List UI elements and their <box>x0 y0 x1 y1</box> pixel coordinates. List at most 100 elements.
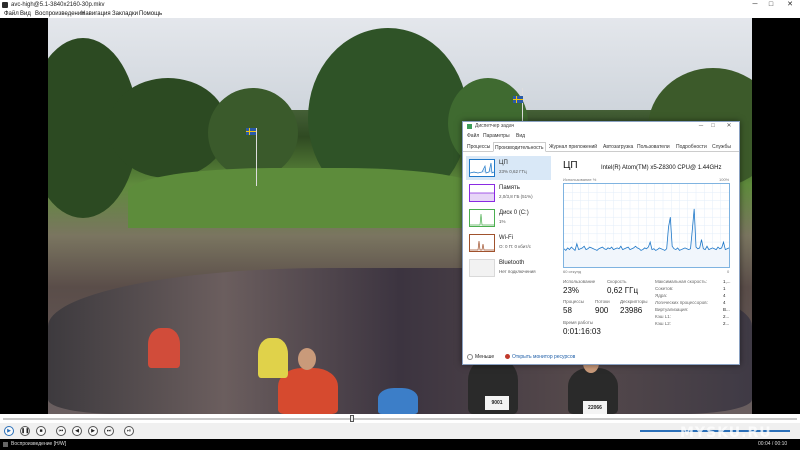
menu-playback[interactable]: Воспроизведение <box>35 10 85 18</box>
menu-bar: Файл Вид Воспроизведение Навигация Закла… <box>0 10 800 18</box>
window-title: avc-high@5.1-3840x2160-30p.mkv <box>11 2 105 8</box>
seek-track[interactable] <box>3 418 797 420</box>
stop-button[interactable]: ■ <box>36 426 46 436</box>
spec-l2-value: 2... <box>723 321 730 326</box>
video-grass <box>128 168 488 228</box>
tm-minimize-button[interactable]: ─ <box>695 122 707 131</box>
pause-button[interactable]: ❚❚ <box>20 426 30 436</box>
spec-l1-label: Кэш L1: <box>655 314 672 319</box>
spec-l1-value: 2... <box>723 314 730 319</box>
tm-menu-view[interactable]: Вид <box>516 132 525 141</box>
menu-bookmarks[interactable]: Закладки <box>112 10 138 18</box>
menu-help[interactable]: Помощь <box>139 10 162 18</box>
tm-close-button[interactable]: ✕ <box>723 122 735 131</box>
resource-memory[interactable]: Память 2,0/3,8 ГБ (51%) <box>466 181 551 205</box>
tab-details[interactable]: Подробности <box>675 142 708 152</box>
graph-max-label: 100% <box>719 177 730 182</box>
app-icon <box>2 2 8 8</box>
maximize-button[interactable]: □ <box>764 0 778 10</box>
status-icon <box>3 442 8 447</box>
stat-processes-label: Процессы <box>563 299 585 304</box>
previous-button[interactable]: ⏮ <box>56 426 66 436</box>
wifi-thumbnail <box>469 234 495 252</box>
resource-wifi-sub: О: 0 П: 0 кбит/с <box>499 244 531 249</box>
frame-step-button[interactable]: ⏯ <box>124 426 134 436</box>
tm-menu-options[interactable]: Параметры <box>483 132 510 141</box>
stat-uptime-value: 0:01:16:03 <box>563 327 601 336</box>
playback-status: Воспроизведение [H/W] <box>11 441 67 447</box>
spec-cores-label: Ядра: <box>655 293 668 298</box>
stat-speed-value: 0,62 ГГц <box>607 286 639 295</box>
status-bar: Воспроизведение [H/W] 00:04 / 00:10 <box>0 439 800 450</box>
menu-file[interactable]: Файл <box>4 10 19 18</box>
cpu-thumbnail <box>469 159 495 177</box>
race-bib: 22066 <box>583 401 607 414</box>
resource-wifi[interactable]: Wi-Fi О: 0 П: 0 кбит/с <box>466 231 551 255</box>
step-forward-button[interactable]: ▶ <box>88 426 98 436</box>
task-manager-window: Диспетчер задач ─ □ ✕ Файл Параметры Вид… <box>462 121 740 365</box>
spec-sockets-value: 1 <box>723 286 726 291</box>
resource-bluetooth[interactable]: Bluetooth Нет подключения <box>466 256 551 280</box>
graph-time-label: 60 секунд <box>563 269 582 274</box>
cpu-usage-graph-svg <box>564 184 729 267</box>
tm-menu-file[interactable]: Файл <box>467 132 479 141</box>
resource-disk-name: Диск 0 (C:) <box>499 210 529 216</box>
fewer-details-button[interactable]: Меньше <box>467 350 494 364</box>
resource-disk-sub: 1% <box>499 219 506 224</box>
resource-memory-name: Память <box>499 185 520 191</box>
runner <box>258 338 288 378</box>
spec-max-speed-label: Максимальная скорость: <box>655 279 708 284</box>
task-manager-title-bar: Диспетчер задач ─ □ ✕ <box>463 122 739 131</box>
step-back-button[interactable]: ◀ <box>72 426 82 436</box>
spec-sockets-label: Сокетов: <box>655 286 674 291</box>
stat-speed-label: Скорость <box>607 279 627 284</box>
next-button[interactable]: ⏭ <box>104 426 114 436</box>
title-bar: avc-high@5.1-3840x2160-30p.mkv ─ □ ✕ <box>0 0 800 10</box>
resource-cpu-name: ЦП <box>499 160 508 166</box>
spec-logical-label: Логических процессоров: <box>655 300 708 305</box>
spec-l2-label: Кэш L2: <box>655 321 672 326</box>
resource-disk[interactable]: Диск 0 (C:) 1% <box>466 206 551 230</box>
tab-users[interactable]: Пользователи <box>636 142 671 152</box>
flag-pole <box>256 128 257 186</box>
flag <box>513 96 523 103</box>
stat-processes-value: 58 <box>563 306 572 315</box>
play-button[interactable]: ▶ <box>4 426 14 436</box>
tab-processes[interactable]: Процессы <box>466 142 491 152</box>
spec-cores-value: 4 <box>723 293 726 298</box>
stat-usage-value: 23% <box>563 286 580 295</box>
tab-app-history[interactable]: Журнал приложений <box>548 142 598 152</box>
tm-maximize-button[interactable]: □ <box>707 122 719 131</box>
resource-cpu[interactable]: ЦП 23% 0,62 ГГц <box>466 156 551 180</box>
spec-virtualization-value: В... <box>723 307 730 312</box>
minimize-button[interactable]: ─ <box>748 0 762 10</box>
spec-max-speed-value: 1,... <box>723 279 731 284</box>
task-manager-menu: Файл Параметры Вид <box>463 132 739 141</box>
graph-zero-label: 0 <box>727 269 730 274</box>
runner <box>378 388 418 414</box>
open-resource-monitor-link[interactable]: Открыть монитор ресурсов <box>505 350 575 364</box>
runner-head <box>298 348 316 370</box>
seek-handle[interactable] <box>350 415 355 422</box>
tab-performance[interactable]: Производительность <box>493 142 546 152</box>
task-manager-icon <box>467 124 472 129</box>
resource-bluetooth-name: Bluetooth <box>499 260 525 266</box>
menu-view[interactable]: Вид <box>20 10 31 18</box>
stat-handles-value: 23986 <box>620 306 643 315</box>
media-player-window: avc-high@5.1-3840x2160-30p.mkv ─ □ ✕ Фай… <box>0 0 800 450</box>
tab-startup[interactable]: Автозагрузка <box>602 142 634 152</box>
fewer-details-label: Меньше <box>475 354 495 360</box>
memory-thumbnail <box>469 184 495 202</box>
tab-services[interactable]: Службы <box>711 142 732 152</box>
menu-navigation[interactable]: Навигация <box>81 10 111 18</box>
playback-time: 00:04 / 00:10 <box>758 441 788 447</box>
close-button[interactable]: ✕ <box>783 0 797 10</box>
resource-monitor-label: Открыть монитор ресурсов <box>512 354 576 360</box>
resource-monitor-icon <box>505 354 510 360</box>
resource-memory-sub: 2,0/3,8 ГБ (51%) <box>499 194 533 199</box>
stat-handles-label: Дескрипторы <box>620 299 648 304</box>
resource-wifi-name: Wi-Fi <box>499 235 513 241</box>
bluetooth-thumbnail <box>469 259 495 277</box>
seek-bar[interactable] <box>0 414 800 423</box>
graph-util-label: Использование % <box>563 177 597 182</box>
